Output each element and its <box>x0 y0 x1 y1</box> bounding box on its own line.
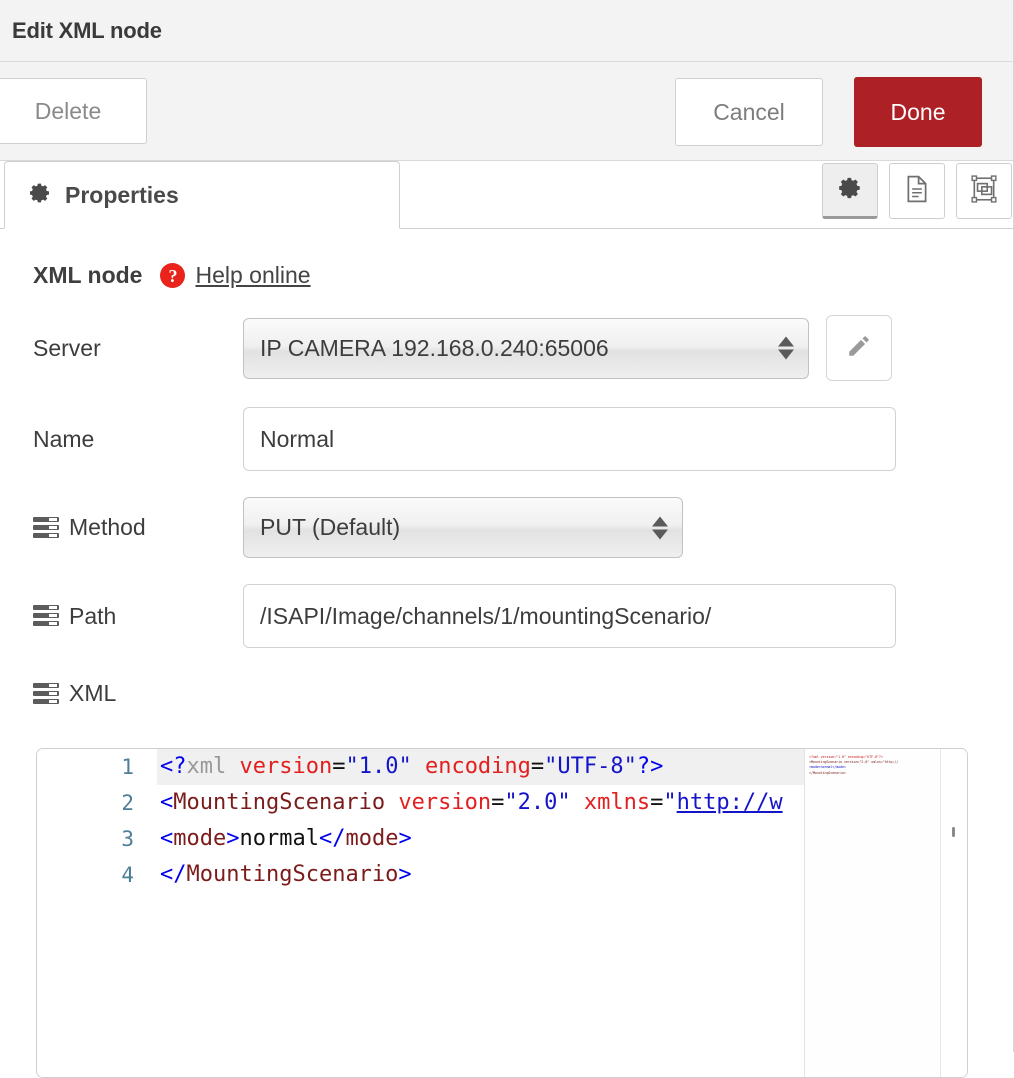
code-token: "2.0" <box>504 790 570 815</box>
code-token <box>226 754 239 779</box>
editor-minimap[interactable]: <?xml version="1.0" encoding="UTF-8"?><M… <box>804 749 939 1077</box>
form-row-method: Method PUT (Default) <box>0 497 1014 558</box>
select-arrows-icon <box>778 337 794 360</box>
path-label-text: Path <box>69 603 116 630</box>
code-token: xmlns <box>584 790 650 815</box>
path-input[interactable]: /ISAPI/Image/channels/1/mountingScenario… <box>243 584 896 648</box>
tab-bar: Properties <box>0 161 1014 229</box>
tab-properties[interactable]: Properties <box>4 161 400 229</box>
method-label: Method <box>33 514 243 541</box>
code-token: </ <box>319 826 346 851</box>
dialog-button-bar: Delete Cancel Done <box>0 62 1014 161</box>
xml-label-text: XML <box>69 680 116 707</box>
code-token: mode <box>173 826 226 851</box>
appearance-view-button[interactable] <box>956 163 1012 219</box>
help-online-label: Help online <box>195 262 310 289</box>
properties-form: XML node ? Help online Server IP CAMERA … <box>0 229 1014 707</box>
form-row-name: Name Normal <box>0 407 1014 471</box>
node-heading-row: XML node ? Help online <box>0 229 1014 289</box>
code-token <box>571 790 584 815</box>
code-token: = <box>531 754 544 779</box>
gear-icon <box>28 181 52 210</box>
code-token: " <box>663 790 676 815</box>
code-token: encoding <box>425 754 531 779</box>
code-token: MountingScenario <box>187 862 399 887</box>
gear-icon <box>837 175 863 206</box>
page-title: Edit XML node <box>12 18 162 44</box>
properties-view-button[interactable] <box>822 163 878 219</box>
list-bars-icon <box>33 517 59 539</box>
server-select[interactable]: IP CAMERA 192.168.0.240:65006 <box>243 318 809 379</box>
editor-line-number: 2 <box>37 785 156 821</box>
list-bars-icon <box>33 683 59 705</box>
server-select-value: IP CAMERA 192.168.0.240:65006 <box>260 335 609 362</box>
name-label: Name <box>33 426 243 453</box>
editor-line-number: 3 <box>37 821 156 857</box>
code-token <box>385 790 398 815</box>
method-label-text: Method <box>69 514 146 541</box>
code-token: mode <box>345 826 398 851</box>
code-token: "UTF-8" <box>544 754 637 779</box>
dialog-title-bar: Edit XML node <box>0 0 1014 62</box>
minimap-line: </MountingScenario> <box>809 771 935 776</box>
xml-code-editor[interactable]: 1234 <?xml version="1.0" encoding="UTF-8… <box>36 748 968 1078</box>
editor-vertical-scrollbar[interactable] <box>940 749 967 1077</box>
edit-server-button[interactable] <box>826 315 892 381</box>
tab-icon-group <box>822 163 1012 219</box>
done-button[interactable]: Done <box>854 77 982 147</box>
code-token: > <box>226 826 239 851</box>
code-token: = <box>650 790 663 815</box>
delete-button[interactable]: Delete <box>0 78 147 144</box>
method-select[interactable]: PUT (Default) <box>243 497 683 558</box>
code-token: version <box>398 790 491 815</box>
code-token: <? <box>160 754 187 779</box>
name-input[interactable]: Normal <box>243 407 896 471</box>
description-icon <box>904 175 930 208</box>
select-arrows-icon <box>652 516 668 539</box>
code-token: > <box>398 862 411 887</box>
code-token: > <box>398 826 411 851</box>
code-token: </ <box>160 862 187 887</box>
code-token: version <box>240 754 333 779</box>
list-bars-icon <box>33 605 59 627</box>
tab-properties-label: Properties <box>65 182 179 209</box>
editor-gutter: 1234 <box>37 749 157 1077</box>
editor-line-number: 1 <box>37 749 156 785</box>
server-label: Server <box>33 335 243 362</box>
form-row-server: Server IP CAMERA 192.168.0.240:65006 <box>0 315 1014 381</box>
description-view-button[interactable] <box>889 163 945 219</box>
method-select-value: PUT (Default) <box>260 514 400 541</box>
code-token: "1.0" <box>345 754 411 779</box>
xml-label: XML <box>0 680 1014 707</box>
help-online-link[interactable]: ? Help online <box>160 262 310 289</box>
pencil-icon <box>846 333 872 364</box>
code-token: xml <box>187 754 227 779</box>
code-token: MountingScenario <box>173 790 385 815</box>
code-token: < <box>160 826 173 851</box>
form-row-path: Path /ISAPI/Image/channels/1/mountingSce… <box>0 584 1014 648</box>
cancel-button[interactable]: Cancel <box>675 78 823 146</box>
code-token: http://w <box>677 790 783 815</box>
dialog-action-group: Cancel Done <box>675 77 982 147</box>
editor-code-line[interactable]: <?xml version="1.0" encoding="UTF-8"?> <box>157 749 907 785</box>
code-token: < <box>160 790 173 815</box>
node-type-title: XML node <box>33 262 142 289</box>
appearance-icon <box>970 175 998 208</box>
code-token: = <box>491 790 504 815</box>
path-label: Path <box>33 603 243 630</box>
code-token: = <box>332 754 345 779</box>
scrollbar-thumb[interactable] <box>952 827 955 837</box>
code-token <box>412 754 425 779</box>
code-token: normal <box>239 826 318 851</box>
editor-line-number: 4 <box>37 857 156 893</box>
help-question-icon: ? <box>160 263 185 288</box>
code-token: ?> <box>637 754 664 779</box>
